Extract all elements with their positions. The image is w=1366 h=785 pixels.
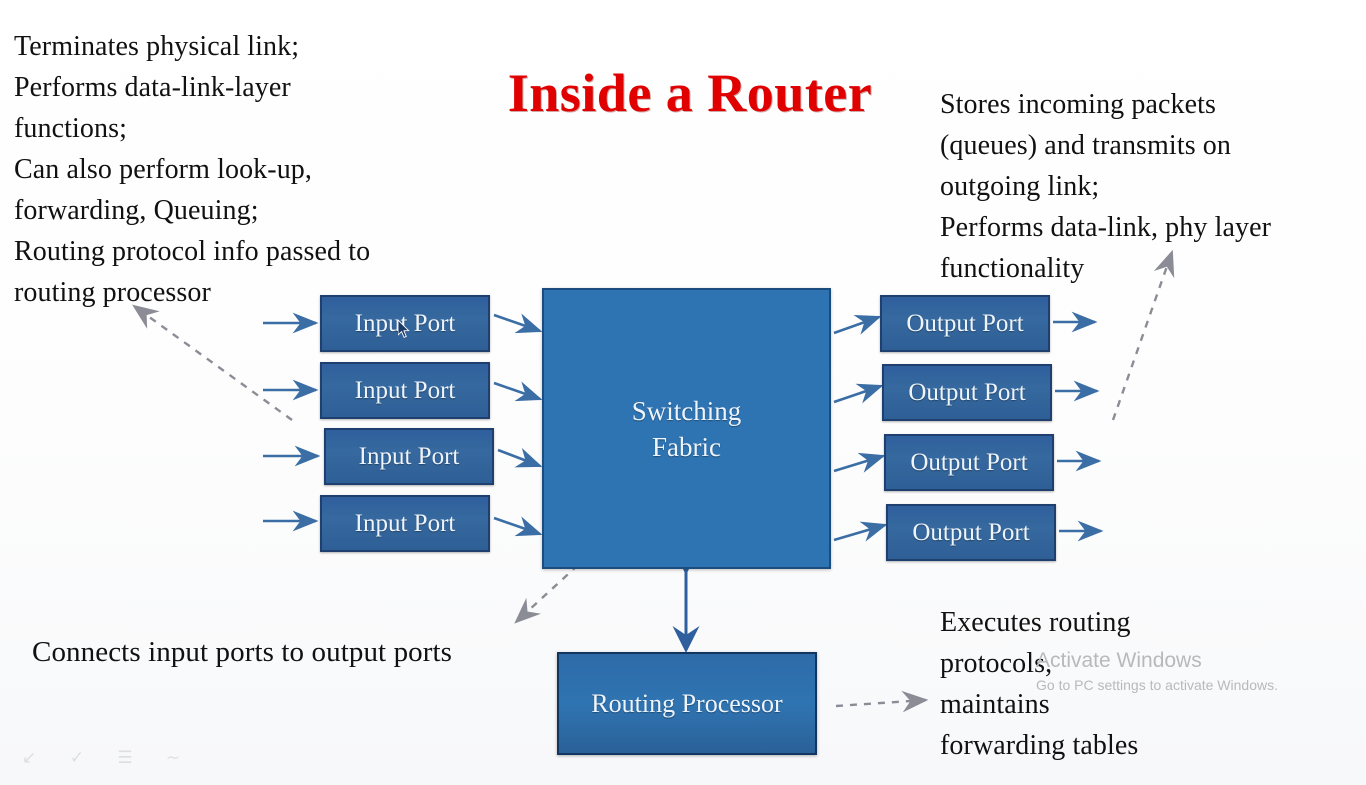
input-port-label: Input Port xyxy=(354,509,456,537)
output-port-box-4[interactable]: Output Port xyxy=(886,504,1056,561)
input-port-box-3[interactable]: Input Port xyxy=(324,428,494,485)
list-icon[interactable]: ☰ xyxy=(112,749,138,767)
input-port-label: Input Port xyxy=(354,376,456,404)
output-port-label: Output Port xyxy=(910,448,1028,476)
routing-processor-label: Routing Processor xyxy=(591,688,783,718)
annotation-toolbar[interactable]: ↙ ✓ ☰ ∼ xyxy=(16,749,186,767)
arrow-fabric-to-output-2 xyxy=(833,383,884,404)
arrow-input-to-fabric-3 xyxy=(497,447,543,468)
output-port-annotation: Stores incoming packets (queues) and tra… xyxy=(940,89,1272,284)
arrow-input-to-fabric-1 xyxy=(493,313,543,334)
switching-fabric-label-line2: Fabric xyxy=(652,431,721,462)
input-port-label: Input Port xyxy=(358,442,460,470)
routing-processor-annotation: Executes routing protocols, maintains fo… xyxy=(940,607,1139,761)
input-port-box-2[interactable]: Input Port xyxy=(320,362,490,419)
output-port-box-2[interactable]: Output Port xyxy=(882,364,1052,421)
shape-icon[interactable]: ∼ xyxy=(160,749,186,767)
input-port-box-4[interactable]: Input Port xyxy=(320,495,490,552)
page-title: Inside a Router xyxy=(507,63,873,123)
input-port-annotation: Terminates physical link; Performs data-… xyxy=(14,31,371,308)
arrow-input-to-fabric-4 xyxy=(493,516,543,537)
output-port-label: Output Port xyxy=(908,378,1026,406)
switching-fabric-label-line1: Switching xyxy=(631,395,742,426)
mouse-cursor xyxy=(398,320,410,338)
output-port-label: Output Port xyxy=(912,518,1030,546)
leader-fabric-note xyxy=(514,564,579,624)
switching-fabric-annotation: Connects input ports to output ports xyxy=(32,636,453,668)
routing-processor-box[interactable]: Routing Processor xyxy=(557,652,817,755)
arrow-fabric-to-output-3 xyxy=(833,452,886,473)
slide-canvas: Terminates physical link; Performs data-… xyxy=(0,0,1366,785)
arrow-input-to-fabric-2 xyxy=(493,381,543,402)
leader-input-port-note xyxy=(132,304,293,421)
output-port-label: Output Port xyxy=(906,309,1024,337)
arrow-fabric-to-output-1 xyxy=(833,315,882,335)
output-port-box-1[interactable]: Output Port xyxy=(880,295,1050,352)
switching-fabric-box[interactable]: Switching Fabric xyxy=(542,288,831,569)
pen-icon[interactable]: ✓ xyxy=(64,749,90,767)
undo-icon[interactable]: ↙ xyxy=(16,749,42,767)
arrow-fabric-to-output-4 xyxy=(833,521,888,542)
output-port-box-3[interactable]: Output Port xyxy=(884,434,1054,491)
leader-routing-note xyxy=(835,690,929,713)
